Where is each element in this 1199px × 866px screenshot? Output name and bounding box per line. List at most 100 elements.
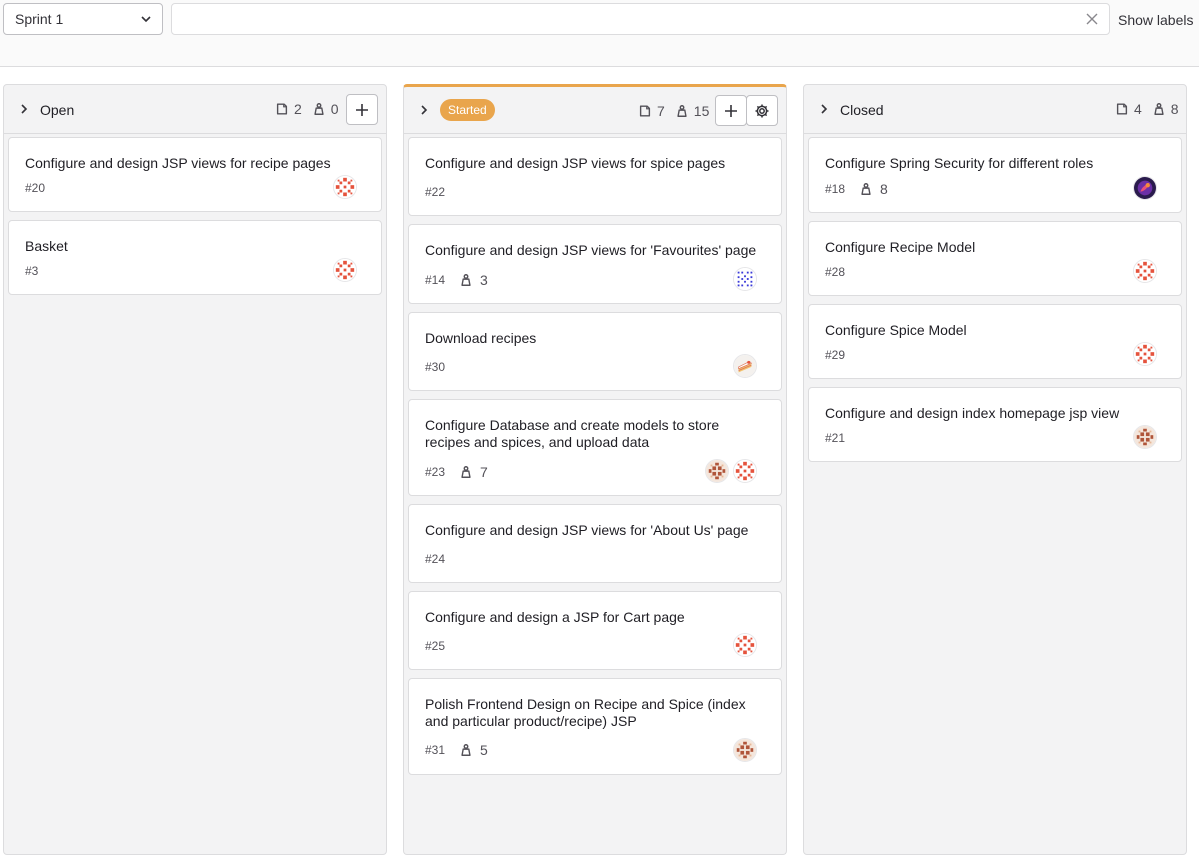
issue-count: 2 [294, 101, 302, 117]
issue-card[interactable]: Polish Frontend Design on Recipe and Spi… [408, 678, 782, 775]
assignee-avatar[interactable] [333, 175, 357, 199]
issue-card[interactable]: Basket #3 [8, 220, 382, 295]
issue-id: #29 [825, 348, 846, 362]
search-input[interactable] [172, 4, 1109, 34]
issue-title: Configure Spring Security for different … [825, 155, 1094, 171]
issue-title: Configure and design a JSP for Cart page [425, 609, 685, 625]
search-box [171, 3, 1110, 35]
issue-meta: #24 [425, 552, 445, 566]
issue-title: Configure and design JSP views for spice… [425, 155, 726, 171]
column-stats: 4 8 [1115, 101, 1179, 117]
column-header: Closed 4 8 [804, 85, 1186, 134]
assignee-avatar[interactable] [733, 354, 757, 378]
assignee-avatar[interactable] [733, 459, 757, 483]
issue-id: #22 [425, 185, 446, 199]
chevron-right-icon[interactable] [18, 102, 30, 116]
issue-card[interactable]: Download recipes #30 [408, 312, 782, 391]
weight-icon [459, 743, 473, 757]
board-toolbar: Sprint 1 Show labels [0, 0, 1199, 67]
issue-title: Basket [25, 238, 68, 254]
show-labels-toggle[interactable]: Show labels [1118, 12, 1194, 28]
assignee-avatar[interactable] [333, 258, 357, 282]
issue-meta: #18 8 [825, 181, 888, 197]
assignee-avatar[interactable] [1133, 425, 1157, 449]
issue-id: #24 [425, 552, 446, 566]
issue-title: Polish Frontend Design on Recipe and Spi… [425, 696, 746, 729]
column-label-pill: Started [440, 99, 495, 121]
issue-weight: 3 [480, 272, 488, 288]
issue-meta: #3 [25, 264, 38, 278]
issue-meta: #22 [425, 185, 445, 199]
issue-meta: #23 7 [425, 464, 488, 480]
issue-weight: 8 [880, 181, 888, 197]
issue-title: Configure Database and create models to … [425, 417, 720, 450]
weight-icon [459, 273, 473, 287]
assignee-avatar[interactable] [733, 267, 757, 291]
issue-count: 4 [1134, 101, 1142, 117]
issue-card[interactable]: Configure and design index homepage jsp … [808, 387, 1182, 462]
assignee-avatar[interactable] [1133, 342, 1157, 366]
weight-total: 0 [330, 101, 339, 117]
assignee-avatar[interactable] [733, 633, 757, 657]
chevron-down-icon [141, 16, 151, 23]
issue-card[interactable]: Configure and design a JSP for Cart page… [408, 591, 782, 670]
issue-weight: 7 [480, 464, 488, 480]
issue-meta: #14 3 [425, 272, 488, 288]
issue-card[interactable]: Configure Spice Model #29 [808, 304, 1182, 379]
assignee-avatar[interactable] [1133, 176, 1157, 200]
column-settings-button[interactable] [746, 95, 778, 126]
assignee-avatar[interactable] [1133, 259, 1157, 283]
issue-card[interactable]: Configure Recipe Model #28 [808, 221, 1182, 296]
issue-meta: #30 [425, 360, 445, 374]
issue-title: Configure Recipe Model [825, 239, 976, 255]
issue-meta: #20 [25, 181, 45, 195]
issue-meta: #21 [825, 431, 845, 445]
issue-count: 7 [657, 103, 665, 119]
issue-id: #31 [425, 743, 446, 757]
issue-card[interactable]: Configure and design JSP views for spice… [408, 137, 782, 216]
issue-meta: #28 [825, 265, 845, 279]
board-column-started: Started 7 15 Configure and design JSP vi… [403, 84, 787, 855]
weight-icon [459, 465, 473, 479]
sprint-select[interactable]: Sprint 1 [3, 3, 163, 35]
weight-icon [312, 102, 326, 116]
issue-title: Configure and design JSP views for recip… [25, 155, 331, 171]
issue-id: #21 [825, 431, 846, 445]
column-stats: 7 15 [638, 103, 709, 119]
new-issue-button[interactable] [346, 94, 378, 125]
weight-icon [859, 182, 873, 196]
issue-title: Download recipes [425, 330, 537, 346]
chevron-right-icon[interactable] [418, 103, 430, 117]
column-title: Closed [840, 102, 884, 118]
weight-total: 8 [1170, 101, 1179, 117]
assignee-avatar[interactable] [733, 738, 757, 762]
new-issue-button[interactable] [715, 95, 747, 126]
issue-id: #18 [825, 182, 846, 196]
assignee-avatar[interactable] [705, 459, 729, 483]
issue-card[interactable]: Configure Database and create models to … [408, 399, 782, 496]
issue-weight: 5 [480, 742, 488, 758]
plus-icon [356, 103, 368, 116]
issue-card[interactable]: Configure and design JSP views for 'Abou… [408, 504, 782, 583]
issues-icon [638, 104, 652, 118]
sprint-select-value: Sprint 1 [15, 11, 64, 27]
column-header: Started 7 15 [404, 87, 786, 134]
issue-id: #28 [825, 265, 846, 279]
issue-id: #23 [425, 465, 446, 479]
chevron-right-icon[interactable] [818, 102, 830, 116]
issue-id: #14 [425, 273, 446, 287]
issue-meta: #25 [425, 639, 445, 653]
weight-icon [1152, 102, 1166, 116]
issue-card[interactable]: Configure and design JSP views for recip… [8, 137, 382, 212]
board-column-closed: Closed 4 8 Configure Spring Security for… [803, 84, 1187, 855]
issue-meta: #31 5 [425, 742, 488, 758]
issue-title: Configure Spice Model [825, 322, 967, 338]
issue-card[interactable]: Configure Spring Security for different … [808, 137, 1182, 213]
weight-icon [675, 104, 689, 118]
issue-id: #30 [425, 360, 446, 374]
issue-meta: #29 [825, 348, 845, 362]
column-header: Open 2 0 [4, 85, 386, 134]
issue-title: Configure and design index homepage jsp … [825, 405, 1120, 421]
clear-icon[interactable] [1085, 12, 1099, 26]
issue-card[interactable]: Configure and design JSP views for 'Favo… [408, 224, 782, 304]
